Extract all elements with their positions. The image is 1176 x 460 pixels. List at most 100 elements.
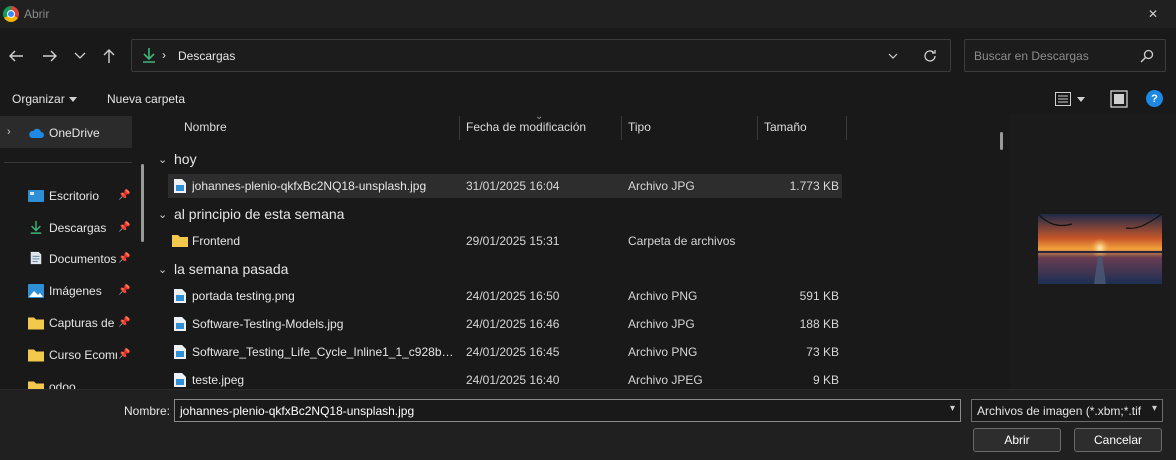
file-date: 24/01/2025 16:50: [466, 289, 560, 303]
file-size: 188 KB: [799, 317, 839, 331]
download-icon: [143, 48, 155, 63]
file-type: Archivo JPG: [628, 317, 695, 331]
folder-icon: [28, 381, 44, 389]
sidebar-item-curso-ecommerce[interactable]: Curso Ecommerce 📌: [0, 339, 132, 371]
preview-image: [1038, 214, 1162, 284]
sidebar-item-label: OneDrive: [49, 126, 100, 140]
new-folder-button[interactable]: Nueva carpeta: [107, 92, 185, 106]
file-type: Archivo JPG: [628, 179, 695, 193]
group-header[interactable]: ⌄ la semana pasada: [158, 258, 288, 280]
file-name: Software-Testing-Models.jpg: [192, 317, 344, 331]
group-header[interactable]: ⌄ al principio de esta semana: [158, 203, 344, 225]
refresh-button[interactable]: [921, 47, 939, 65]
sidebar-item-label: Imágenes: [49, 284, 102, 298]
address-dropdown-button[interactable]: [884, 47, 902, 65]
column-header-name[interactable]: Nombre: [178, 114, 458, 140]
command-bar: Organizar Nueva carpeta ?: [0, 84, 1176, 114]
list-view-icon: [1055, 92, 1071, 106]
file-row[interactable]: Frontend 29/01/2025 15:31 Carpeta de arc…: [168, 229, 842, 253]
title-bar: Abrir ✕: [0, 0, 1176, 28]
footer-panel: Nombre: johannes-plenio-qkfxBc2NQ18-unsp…: [0, 389, 1176, 460]
cancel-button[interactable]: Cancelar: [1074, 428, 1162, 452]
sidebar-item-documentos[interactable]: Documentos 📌: [0, 243, 132, 275]
group-header[interactable]: ⌄ hoy: [158, 148, 197, 170]
address-bar[interactable]: › Descargas: [131, 39, 951, 72]
file-size: 9 KB: [812, 373, 839, 387]
image-file-icon: [174, 317, 186, 331]
chevron-right-icon[interactable]: ›: [7, 126, 11, 138]
file-type-select[interactable]: Archivos de imagen (*.xbm;*.tif ▾: [971, 399, 1163, 422]
file-date: 31/01/2025 16:04: [466, 179, 560, 193]
sidebar-item-escritorio[interactable]: Escritorio 📌: [0, 180, 132, 212]
file-row[interactable]: johannes-plenio-qkfxBc2NQ18-unsplash.jpg…: [168, 174, 842, 198]
column-divider[interactable]: [846, 116, 847, 140]
document-icon: [30, 251, 42, 265]
organize-button[interactable]: Organizar: [12, 92, 77, 106]
chrome-icon: [3, 6, 19, 22]
chevron-down-icon[interactable]: ▾: [950, 403, 955, 414]
cloud-icon: [29, 128, 44, 138]
sidebar-item-label: Curso Ecommerce: [49, 348, 117, 362]
group-title: hoy: [174, 151, 197, 167]
search-placeholder: Buscar en Descargas: [974, 49, 1089, 63]
column-header-type[interactable]: Tipo: [622, 114, 756, 140]
divider: [4, 162, 132, 163]
folder-icon: [28, 317, 44, 330]
close-icon: ✕: [1147, 7, 1159, 21]
forward-button[interactable]: [38, 46, 62, 66]
preview-pane: [1010, 114, 1176, 389]
search-icon: [1140, 49, 1154, 63]
back-button[interactable]: [4, 46, 28, 66]
column-header-size[interactable]: Tamaño: [758, 114, 846, 140]
sidebar-item-onedrive[interactable]: › OneDrive: [0, 116, 132, 148]
chevron-down-icon: ⌄: [158, 208, 168, 221]
sidebar-item-label: Capturas de pantalla: [49, 316, 117, 330]
search-input[interactable]: Buscar en Descargas: [964, 39, 1166, 72]
recent-locations-button[interactable]: [68, 46, 92, 66]
navigation-bar: › Descargas Buscar en Descargas: [0, 28, 1176, 84]
refresh-icon: [924, 50, 936, 62]
file-size: 1.773 KB: [789, 179, 839, 193]
preview-pane-icon[interactable]: [1110, 90, 1128, 108]
file-name: Frontend: [192, 234, 241, 248]
file-list-scrollbar[interactable]: [1000, 132, 1003, 150]
file-row[interactable]: portada testing.png 24/01/2025 16:50 Arc…: [168, 284, 842, 308]
file-type: Archivo PNG: [628, 289, 698, 303]
view-options-button[interactable]: [1055, 90, 1093, 108]
sidebar-item-imagenes[interactable]: Imágenes 📌: [0, 275, 132, 307]
pin-icon: 📌: [118, 317, 131, 328]
filename-value[interactable]: johannes-plenio-qkfxBc2NQ18-unsplash.jpg: [180, 404, 414, 418]
breadcrumb[interactable]: Descargas: [178, 49, 235, 63]
download-icon: [30, 220, 42, 234]
caret-down-icon: [68, 96, 77, 102]
file-type: Archivo PNG: [628, 345, 698, 359]
sidebar-item-odoo[interactable]: odoo: [0, 371, 132, 389]
folder-icon: [28, 349, 44, 362]
pin-icon: 📌: [118, 222, 131, 233]
file-row[interactable]: teste.jpeg 24/01/2025 16:40 Archivo JPEG…: [168, 368, 842, 389]
pin-icon: 📌: [118, 349, 131, 360]
close-button[interactable]: ✕: [1130, 0, 1176, 28]
filename-input[interactable]: johannes-plenio-qkfxBc2NQ18-unsplash.jpg…: [174, 399, 961, 422]
file-row[interactable]: Software-Testing-Models.jpg 24/01/2025 1…: [168, 312, 842, 336]
file-type-select-value: Archivos de imagen (*.xbm;*.tif: [977, 404, 1142, 418]
up-button[interactable]: [97, 46, 121, 66]
file-date: 24/01/2025 16:46: [466, 317, 560, 331]
sidebar-item-capturas[interactable]: Capturas de pantalla 📌: [0, 307, 132, 339]
sidebar-item-descargas[interactable]: Descargas 📌: [0, 212, 132, 244]
desktop-icon: [28, 190, 44, 202]
navigation-pane: › OneDrive Escritorio 📌 Descargas 📌 Docu…: [0, 114, 152, 389]
sidebar-item-label: odoo: [49, 380, 76, 389]
file-size: 591 KB: [799, 289, 839, 303]
pin-icon: 📌: [118, 190, 131, 201]
organize-label: Organizar: [12, 92, 65, 106]
caret-down-icon: [1077, 96, 1085, 102]
file-row[interactable]: Software_Testing_Life_Cycle_Inline1_1_c9…: [168, 340, 842, 364]
column-header-date[interactable]: Fecha de modificación: [460, 114, 620, 140]
arrow-right-icon: [43, 50, 57, 62]
window-title: Abrir: [24, 7, 50, 21]
chevron-down-icon: ⌄: [158, 153, 168, 166]
help-icon[interactable]: ?: [1146, 90, 1163, 107]
sidebar-scrollbar[interactable]: [141, 164, 144, 242]
open-button[interactable]: Abrir: [973, 428, 1061, 452]
